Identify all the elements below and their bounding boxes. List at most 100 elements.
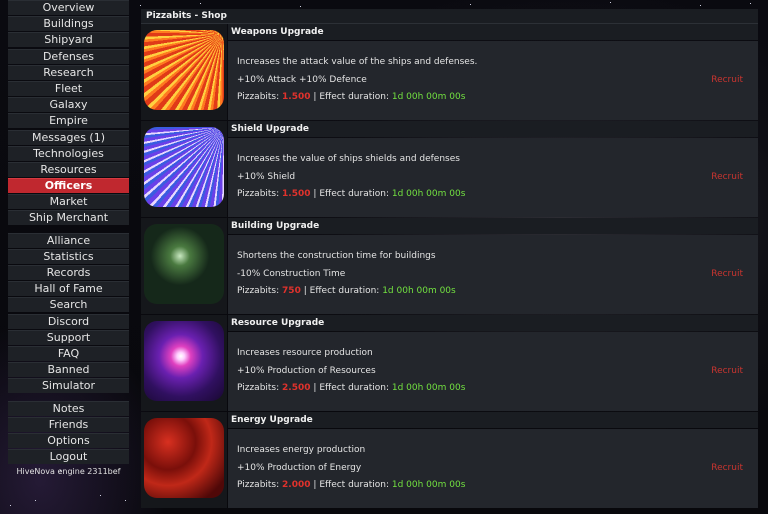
- upgrade-duration: 1d 00h 00m 00s: [391, 92, 466, 102]
- upgrade-cost: 750: [282, 286, 301, 296]
- upgrade-cost: 2.500: [282, 383, 311, 393]
- sidebar-item-discord[interactable]: Discord: [8, 313, 129, 329]
- upgrade-title: Weapons Upgrade: [228, 24, 758, 40]
- upgrade-details: Increases the value of ships shields and…: [228, 138, 758, 217]
- separator: |: [313, 383, 317, 393]
- sidebar-item-alliance[interactable]: Alliance: [8, 232, 129, 248]
- upgrade-cost-line: Pizzabits: 2.500 | Effect duration: 1d 0…: [237, 383, 465, 393]
- upgrade-duration: 1d 00h 00m 00s: [382, 286, 456, 296]
- sidebar-item-options[interactable]: Options: [8, 432, 129, 448]
- upgrade-image-cell: [141, 315, 227, 411]
- star: [125, 500, 126, 501]
- currency-label: Pizzabits:: [237, 480, 280, 490]
- recruit-button[interactable]: Recruit: [711, 75, 743, 85]
- star: [610, 2, 611, 3]
- sidebar-item-messages-1[interactable]: Messages (1): [8, 129, 129, 145]
- upgrade-cost: 1.500: [282, 189, 311, 199]
- recruit-button[interactable]: Recruit: [711, 172, 743, 182]
- recruit-button[interactable]: Recruit: [711, 269, 743, 279]
- currency-label: Pizzabits:: [237, 383, 280, 393]
- upgrade-effect: +10% Production of Energy: [237, 463, 362, 473]
- upgrade-effect: -10% Construction Time: [237, 269, 346, 279]
- sidebar-item-records[interactable]: Records: [8, 265, 129, 280]
- shop-main: Pizzabits - Shop Weapons Upgrade Increase…: [141, 9, 758, 509]
- star: [700, 5, 701, 6]
- upgrade-cost-line: Pizzabits: 2.000 | Effect duration: 1d 0…: [237, 480, 465, 490]
- sidebar-item-statistics[interactable]: Statistics: [8, 248, 129, 264]
- sidebar-item-technologies[interactable]: Technologies: [8, 145, 129, 161]
- upgrade-details: Shortens the construction time for build…: [228, 235, 758, 314]
- star: [140, 5, 141, 6]
- separator: |: [313, 92, 317, 102]
- sidebar-item-notes[interactable]: Notes: [8, 400, 129, 416]
- sidebar-item-simulator[interactable]: Simulator: [8, 378, 129, 394]
- currency-label: Pizzabits:: [237, 286, 280, 296]
- upgrade-title: Resource Upgrade: [228, 315, 758, 331]
- sidebar-item-overview[interactable]: Overview: [8, 0, 129, 15]
- sidebar-item-ship-merchant[interactable]: Ship Merchant: [8, 210, 129, 226]
- star: [750, 3, 751, 4]
- separator: |: [313, 480, 317, 490]
- resource-nebula-icon: [144, 321, 224, 401]
- shield-burst-icon: [144, 127, 224, 207]
- upgrade-image-cell: [141, 24, 227, 120]
- star: [10, 505, 11, 506]
- upgrade-description: Increases the attack value of the ships …: [237, 57, 478, 67]
- sidebar-item-faq[interactable]: FAQ: [8, 345, 129, 361]
- upgrade-card: Resource Upgrade Increases resource produ…: [141, 315, 758, 411]
- sidebar-item-officers[interactable]: Officers: [8, 178, 129, 194]
- duration-label: Effect duration:: [309, 286, 380, 296]
- upgrade-details: Increases energy production +10% Producti…: [228, 429, 758, 508]
- upgrade-cost: 2.000: [282, 480, 311, 490]
- upgrade-duration: 1d 00h 00m 00s: [391, 480, 466, 490]
- star: [100, 495, 101, 496]
- upgrade-image-cell: [141, 121, 227, 217]
- engine-version: HiveNova engine 2311bef: [16, 467, 121, 477]
- page-title: Pizzabits - Shop: [141, 9, 758, 24]
- recruit-button[interactable]: Recruit: [711, 463, 743, 473]
- upgrade-details: Increases resource production +10% Produc…: [228, 332, 758, 411]
- separator: |: [303, 286, 307, 296]
- recruit-button[interactable]: Recruit: [711, 366, 743, 376]
- currency-label: Pizzabits:: [237, 92, 280, 102]
- currency-label: Pizzabits:: [237, 189, 280, 199]
- sidebar-item-banned[interactable]: Banned: [8, 362, 129, 378]
- upgrade-image-cell: [141, 218, 227, 314]
- sidebar-item-fleet[interactable]: Fleet: [8, 80, 129, 96]
- duration-label: Effect duration:: [319, 189, 389, 199]
- sidebar-item-friends[interactable]: Friends: [8, 416, 129, 432]
- sidebar-item-shipyard[interactable]: Shipyard: [8, 32, 129, 48]
- upgrade-list: Weapons Upgrade Increases the attack valu…: [141, 24, 758, 508]
- upgrade-duration: 1d 00h 00m 00s: [391, 189, 466, 199]
- sidebar-item-search[interactable]: Search: [8, 297, 129, 313]
- upgrade-details: Increases the attack value of the ships …: [228, 41, 758, 120]
- sidebar-item-logout[interactable]: Logout: [8, 449, 129, 465]
- upgrade-title: Shield Upgrade: [228, 121, 758, 137]
- sidebar-item-market[interactable]: Market: [8, 194, 129, 210]
- sidebar-item-resources[interactable]: Resources: [8, 161, 129, 177]
- sidebar-item-support[interactable]: Support: [8, 329, 129, 345]
- sidebar-item-defenses[interactable]: Defenses: [8, 48, 129, 64]
- sidebar-item-hall-of-fame[interactable]: Hall of Fame: [8, 281, 129, 297]
- star: [35, 500, 36, 501]
- upgrade-description: Increases the value of ships shields and…: [237, 154, 460, 164]
- sidebar-item-galaxy[interactable]: Galaxy: [8, 97, 129, 113]
- star: [300, 6, 301, 7]
- building-vines-icon: [144, 224, 224, 304]
- upgrade-description: Shortens the construction time for build…: [237, 251, 436, 261]
- upgrade-cost: 1.500: [282, 92, 311, 102]
- upgrade-duration: 1d 00h 00m 00s: [391, 383, 466, 393]
- sidebar-nav: Overview Buildings Shipyard Defenses Researc…: [8, 0, 129, 476]
- sidebar-item-empire[interactable]: Empire: [8, 113, 129, 129]
- star: [200, 3, 201, 4]
- weapons-burst-icon: [144, 30, 224, 110]
- upgrade-cost-line: Pizzabits: 1.500 | Effect duration: 1d 0…: [237, 189, 465, 199]
- upgrade-title: Energy Upgrade: [228, 412, 758, 428]
- sidebar-item-research[interactable]: Research: [8, 64, 129, 80]
- upgrade-card: Shield Upgrade Increases the value of shi…: [141, 121, 758, 217]
- sidebar-item-buildings[interactable]: Buildings: [8, 16, 129, 32]
- upgrade-cost-line: Pizzabits: 750 | Effect duration: 1d 00h…: [237, 286, 456, 296]
- upgrade-effect: +10% Attack +10% Defence: [237, 75, 367, 85]
- upgrade-title: Building Upgrade: [228, 218, 758, 234]
- separator: |: [313, 189, 317, 199]
